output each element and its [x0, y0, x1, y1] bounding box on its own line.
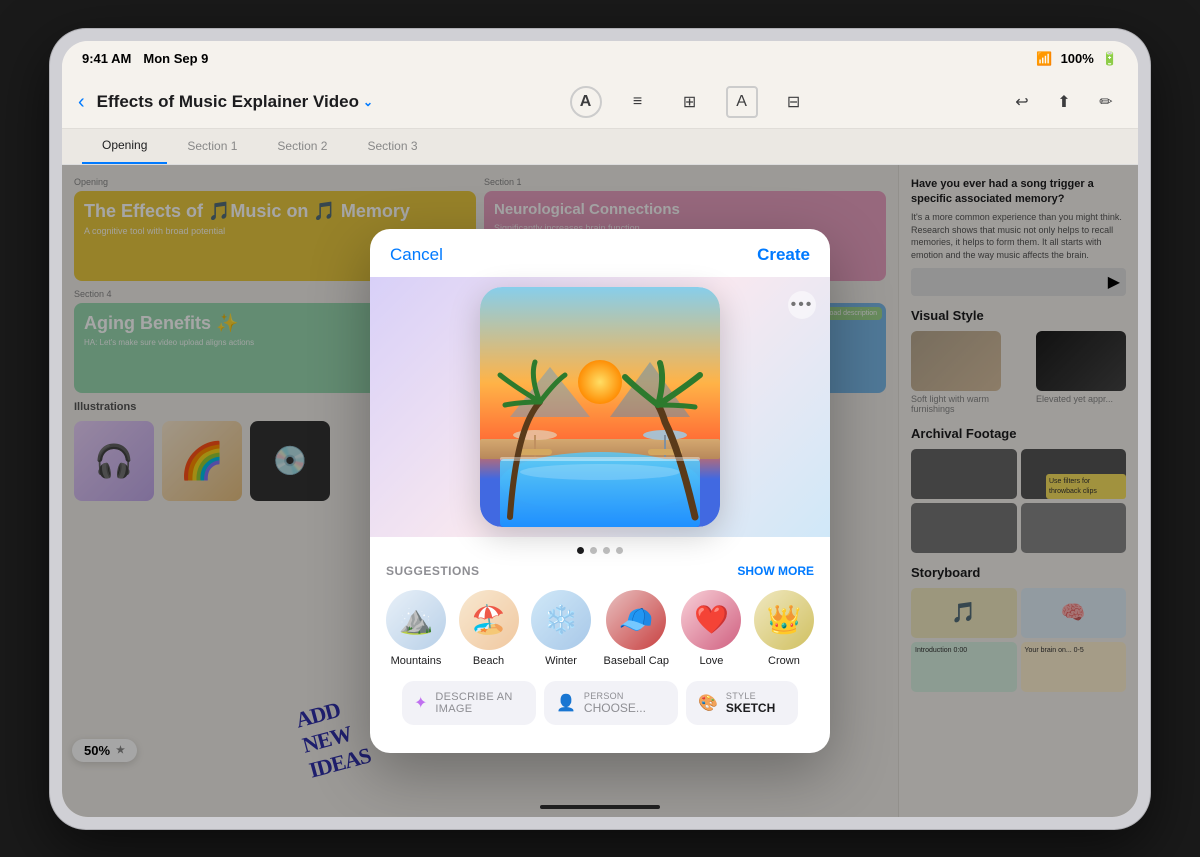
- person-label: PERSON: [584, 691, 646, 701]
- style-label: STYLE: [726, 691, 775, 701]
- time-display: 9:41 AM: [82, 51, 131, 66]
- document-title: Effects of Music Explainer Video ⌄: [97, 92, 373, 112]
- dot-3[interactable]: [603, 547, 610, 554]
- undo-button[interactable]: ↩: [1006, 86, 1038, 118]
- show-more-button[interactable]: SHOW MORE: [737, 564, 814, 578]
- title-chevron-icon[interactable]: ⌄: [363, 95, 373, 109]
- suggestion-love[interactable]: ❤️ Love: [681, 590, 741, 667]
- edit-button[interactable]: ✏: [1090, 86, 1122, 118]
- crown-icon: 👑: [754, 590, 814, 650]
- dot-1: [577, 547, 584, 554]
- mountains-icon: ⛰️: [386, 590, 446, 650]
- describe-icon: ✦: [414, 693, 427, 713]
- wifi-icon: 📶: [1036, 51, 1052, 67]
- share-button[interactable]: ⬆: [1048, 86, 1080, 118]
- beach-icon: 🏖️: [459, 590, 519, 650]
- crown-label: Crown: [768, 655, 800, 667]
- baseball-cap-icon: 🧢: [606, 590, 666, 650]
- status-right: 📶 100% 🔋: [1036, 51, 1118, 67]
- style-input[interactable]: 🎨 STYLE SKETCH: [686, 681, 798, 725]
- suggestion-beach[interactable]: 🏖️ Beach: [459, 590, 519, 667]
- nav-bar: ‹ Effects of Music Explainer Video ⌄ A ≡…: [62, 77, 1138, 129]
- slide-tab-section2[interactable]: Section 2: [257, 129, 347, 164]
- person-input-content: PERSON CHOOSE...: [584, 691, 646, 715]
- nav-tool-slides[interactable]: ⊞: [674, 86, 706, 118]
- slide-tab-section1[interactable]: Section 1: [167, 129, 257, 164]
- person-icon: 👤: [556, 693, 576, 713]
- image-preview: [480, 287, 720, 527]
- battery-icon: 🔋: [1102, 51, 1118, 67]
- tropical-scene-svg: [480, 287, 720, 527]
- winter-label: Winter: [545, 655, 577, 667]
- slide-tab-opening[interactable]: Opening: [82, 129, 167, 164]
- dot-4[interactable]: [616, 547, 623, 554]
- suggestions-grid: ⛰️ Mountains 🏖️ Beach ❄️ Winter: [386, 590, 814, 667]
- bottom-inputs: ✦ DESCRIBE AN IMAGE 👤 PERSON CHOOSE...: [386, 681, 814, 741]
- suggestions-header: SUGGESTIONS SHOW MORE: [386, 564, 814, 578]
- suggestion-mountains[interactable]: ⛰️ Mountains: [386, 590, 446, 667]
- love-icon: ❤️: [681, 590, 741, 650]
- image-preview-container: •••: [370, 277, 830, 537]
- love-label: Love: [700, 655, 724, 667]
- style-value: SKETCH: [726, 701, 775, 715]
- ipad-screen: 9:41 AM Mon Sep 9 📶 100% 🔋 ‹ Effects of …: [62, 41, 1138, 817]
- nav-tool-text[interactable]: A: [570, 86, 602, 118]
- pagination-dots: [370, 537, 830, 564]
- main-area: Opening The Effects of 🎵Music on 🎵 Memor…: [62, 165, 1138, 817]
- suggestions-title: SUGGESTIONS: [386, 564, 480, 578]
- nav-tool-outline[interactable]: ≡: [622, 86, 654, 118]
- describe-label: DESCRIBE AN IMAGE: [435, 691, 524, 715]
- suggestion-crown[interactable]: 👑 Crown: [754, 590, 814, 667]
- mountains-label: Mountains: [391, 655, 442, 667]
- person-value: CHOOSE...: [584, 701, 646, 715]
- baseball-cap-label: Baseball Cap: [604, 655, 669, 667]
- suggestions-section: SUGGESTIONS SHOW MORE ⛰️ Mountains 🏖️ Be…: [370, 564, 830, 753]
- more-options-button[interactable]: •••: [788, 291, 816, 319]
- nav-tool-media[interactable]: ⊟: [778, 86, 810, 118]
- person-choose-input[interactable]: 👤 PERSON CHOOSE...: [544, 681, 678, 725]
- date-display: Mon Sep 9: [143, 51, 208, 66]
- slide-navigator: Opening Section 1 Section 2 Section 3: [62, 129, 1138, 165]
- image-creation-modal: Cancel Create: [370, 229, 830, 753]
- back-button[interactable]: ‹: [78, 91, 85, 114]
- describe-image-input[interactable]: ✦ DESCRIBE AN IMAGE: [402, 681, 536, 725]
- modal-overlay: Cancel Create: [62, 165, 1138, 817]
- ipad-shell: 9:41 AM Mon Sep 9 📶 100% 🔋 ‹ Effects of …: [50, 29, 1150, 829]
- modal-header: Cancel Create: [370, 229, 830, 277]
- cancel-button[interactable]: Cancel: [390, 245, 443, 265]
- style-input-content: STYLE SKETCH: [726, 691, 775, 715]
- status-bar: 9:41 AM Mon Sep 9 📶 100% 🔋: [62, 41, 1138, 77]
- beach-label: Beach: [473, 655, 504, 667]
- suggestion-baseball-cap[interactable]: 🧢 Baseball Cap: [604, 590, 669, 667]
- nav-tools: A ≡ ⊞ A ⊟: [385, 86, 994, 118]
- winter-icon: ❄️: [531, 590, 591, 650]
- create-button[interactable]: Create: [757, 245, 810, 265]
- dot-2[interactable]: [590, 547, 597, 554]
- style-icon: 🎨: [698, 693, 718, 713]
- suggestion-winter[interactable]: ❄️ Winter: [531, 590, 591, 667]
- nav-right-tools: ↩ ⬆ ✏: [1006, 86, 1122, 118]
- status-left: 9:41 AM Mon Sep 9: [82, 51, 208, 66]
- slide-tab-section3[interactable]: Section 3: [347, 129, 437, 164]
- battery-display: 100%: [1061, 51, 1094, 66]
- nav-tool-format[interactable]: A: [726, 86, 758, 118]
